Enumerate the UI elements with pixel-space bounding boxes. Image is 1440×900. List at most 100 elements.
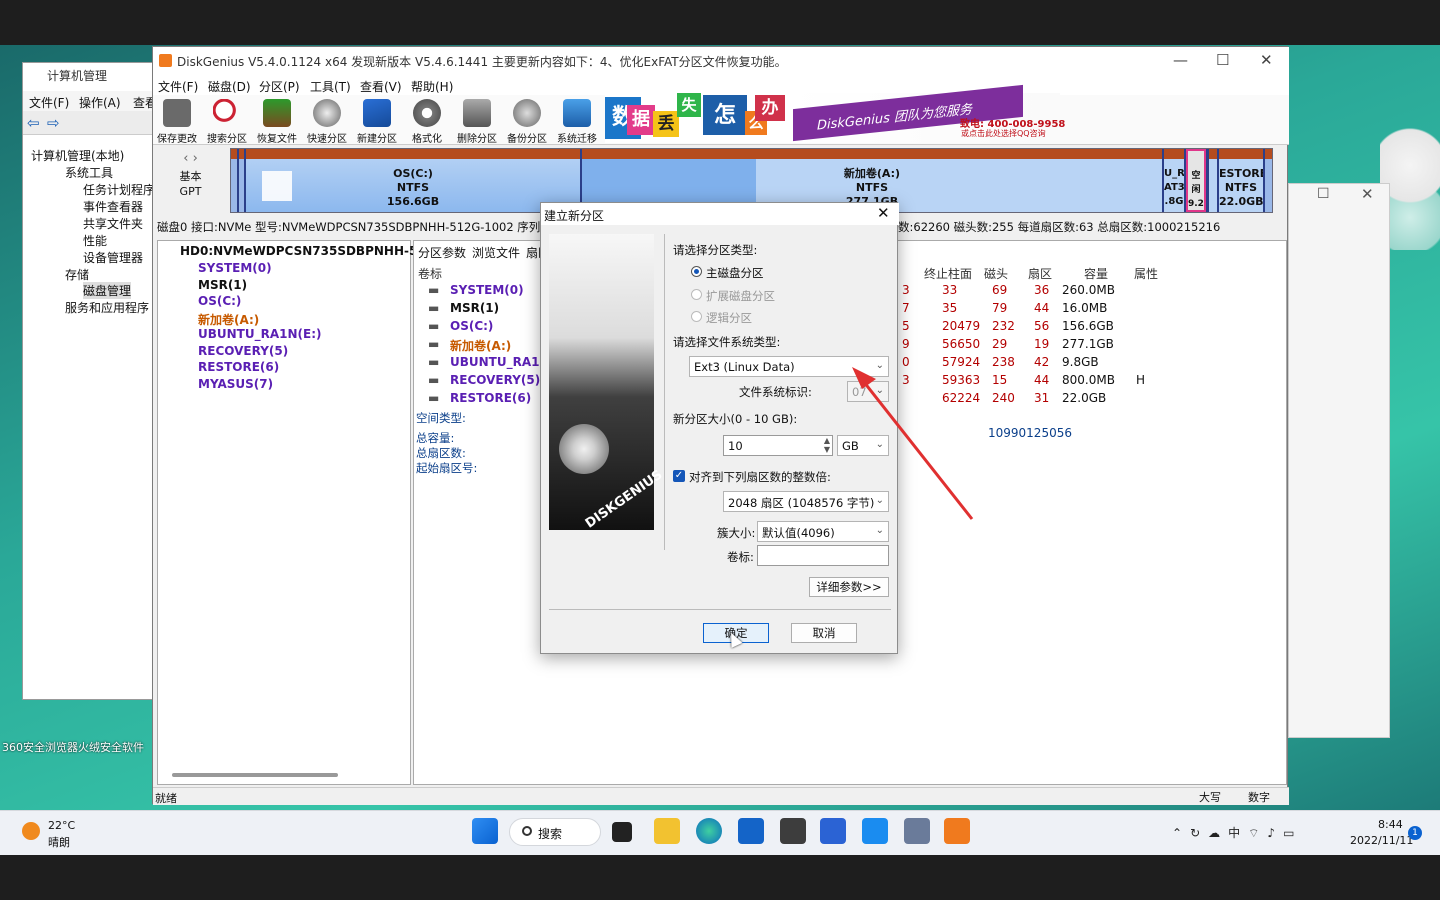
notification-badge[interactable]: 1 [1408,826,1422,840]
primary-label[interactable]: 主磁盘分区 [706,265,764,281]
menu-file[interactable]: 文件(F) [158,78,198,95]
task-view-icon[interactable] [612,822,632,842]
quick-partition-button[interactable]: 快速分区 [303,97,351,145]
close-icon[interactable]: ✕ [1260,51,1273,69]
menu-view[interactable]: 查看(V) [360,78,402,95]
desktop-icon-huorong[interactable]: 火绒安全软件 [78,739,144,755]
horizontal-scrollbar[interactable] [172,773,338,777]
maximize-icon[interactable]: ☐ [1317,186,1330,202]
save-changes-button[interactable]: 保存更改 [153,97,201,145]
recover-files-button[interactable]: 恢复文件 [253,97,301,145]
tab-browse-files[interactable]: 浏览文件 [472,244,520,261]
close-icon[interactable]: ✕ [877,204,890,222]
clock-time[interactable]: 8:44 [1378,818,1403,831]
segment-system[interactable] [231,149,237,212]
cancel-button[interactable]: 取消 [791,623,857,643]
menu-help[interactable]: 帮助(H) [411,78,453,95]
sync-icon[interactable]: ↻ [1190,826,1208,840]
app-chart-icon[interactable] [820,818,846,844]
volume-icon[interactable]: ♪ [1267,826,1283,840]
edge-icon[interactable] [696,818,722,844]
advanced-params-button[interactable]: 详细参数>> [809,577,889,597]
minimize-icon[interactable]: — [1173,51,1188,69]
app-blue-icon[interactable] [862,818,888,844]
radio-primary[interactable] [691,266,702,277]
delete-partition-button[interactable]: 删除分区 [453,97,501,145]
volume-label-input[interactable] [757,545,889,566]
desktop-icon-360-browser[interactable]: 360安全浏览器 [2,739,78,755]
segment-restore[interactable]: ESTORE(NTFS22.0GB [1219,149,1263,212]
tree-item[interactable]: UBUNTU_RA1N(E:) [198,327,322,341]
tree-item[interactable]: MYASUS(7) [198,377,273,391]
tab-partition-params[interactable]: 分区参数 [418,244,466,261]
segment-msr[interactable] [239,149,244,212]
tree-item[interactable]: SYSTEM(0) [198,261,272,275]
tree-services-apps[interactable]: 服务和应用程序 [65,299,149,316]
tree-task-scheduler[interactable]: 任务计划程序 [83,181,155,198]
radio-extended[interactable] [691,289,702,300]
backup-partition-button[interactable]: 备份分区 [503,97,551,145]
app-network-icon[interactable] [904,818,930,844]
tree-storage[interactable]: 存储 [65,266,89,283]
tree-item[interactable]: MSR(1) [198,278,247,292]
search-partition-button[interactable]: 搜索分区 [203,97,251,145]
tree-shared-folders[interactable]: 共享文件夹 [83,215,143,232]
diskgenius-taskbar-icon[interactable] [944,818,970,844]
format-button[interactable]: 格式化 [403,97,451,145]
alignment-select[interactable]: 2048 扇区 (1048576 字节) ⌄ [723,491,889,512]
tree-device-manager[interactable]: 设备管理器 [83,249,143,266]
spinner-icon[interactable]: ▲ ▼ [824,436,830,454]
weather-description[interactable]: 晴朗 [48,834,70,850]
back-icon[interactable]: ⇦ [27,114,40,132]
file-explorer-icon[interactable] [654,818,680,844]
forward-icon[interactable]: ⇨ [47,114,60,132]
segment-ubuntu[interactable]: U_R AT3.8G [1164,149,1184,212]
segment-os[interactable]: OS(C:) NTFS 156.6GB [246,149,580,212]
start-icon[interactable] [472,818,498,844]
tree-root[interactable]: 计算机管理(本地) [31,147,124,164]
tree-event-viewer[interactable]: 事件查看器 [83,198,143,215]
maximize-icon[interactable]: ☐ [1216,51,1229,69]
cluster-size-select[interactable]: 默认值(4096) ⌄ [757,521,889,542]
segment-myasus[interactable] [1265,149,1272,212]
size-unit-select[interactable]: GB ⌄ [837,435,889,456]
sun-icon[interactable] [22,822,40,840]
menu-partition[interactable]: 分区(P) [259,78,300,95]
menu-disk[interactable]: 磁盘(D) [208,78,251,95]
tree-performance[interactable]: 性能 [83,232,107,249]
wifi-icon[interactable]: ⌔ [1248,826,1267,840]
segment-free-space[interactable]: 空闲9.20 [1186,149,1206,212]
menu-tools[interactable]: 工具(T) [310,78,351,95]
menu-file[interactable]: 文件(F) [29,94,69,111]
clock-date[interactable]: 2022/11/11 [1350,834,1413,847]
weather-temperature[interactable]: 22°C [48,819,75,832]
align-checkbox[interactable]: ✓ [673,470,685,482]
logical-label[interactable]: 逻辑分区 [706,310,752,326]
radio-logical[interactable] [691,311,702,322]
extended-label[interactable]: 扩展磁盘分区 [706,288,775,304]
fs-type-select[interactable]: Ext3 (Linux Data) ⌄ [689,356,889,377]
tree-item[interactable]: RESTORE(6) [198,360,279,374]
new-partition-button[interactable]: 新建分区 [353,97,401,145]
banner-qq-link[interactable]: 或点击此处选择QQ咨询 [961,128,1046,139]
store-icon[interactable] [738,818,764,844]
tree-item[interactable]: RECOVERY(5) [198,344,288,358]
system-migrate-button[interactable]: 系统迁移 [553,97,601,145]
ad-banner[interactable]: 数 据 丢 失 怎 么 办 DiskGenius 团队为您服务 致电: 400-… [605,84,1065,143]
tree-system-tools[interactable]: 系统工具 [65,164,113,181]
fs-id-select[interactable]: 07 ⌄ [847,381,889,402]
battery-icon[interactable]: ▭ [1283,826,1302,840]
ime-indicator[interactable]: 中 [1228,826,1248,840]
taskbar-search[interactable]: 搜索 [509,818,601,846]
tree-item[interactable]: 新加卷(A:) [198,311,259,328]
tree-item[interactable]: OS(C:) [198,294,241,308]
close-icon[interactable]: ✕ [1361,185,1374,203]
tree-disk-management[interactable]: 磁盘管理 [83,282,132,299]
segment-recovery[interactable] [1209,149,1217,212]
cloud-icon[interactable]: ☁ [1208,826,1228,840]
chevron-up-icon[interactable]: ⌃ [1172,826,1190,840]
size-input[interactable]: 10 ▲ ▼ [723,435,833,456]
tree-disk-root[interactable]: HD0:NVMeWDPCSN735SDBPNHH-51 [180,244,426,258]
app-cube-icon[interactable] [780,818,806,844]
disk-nav-arrows[interactable]: ‹ › [153,151,228,166]
